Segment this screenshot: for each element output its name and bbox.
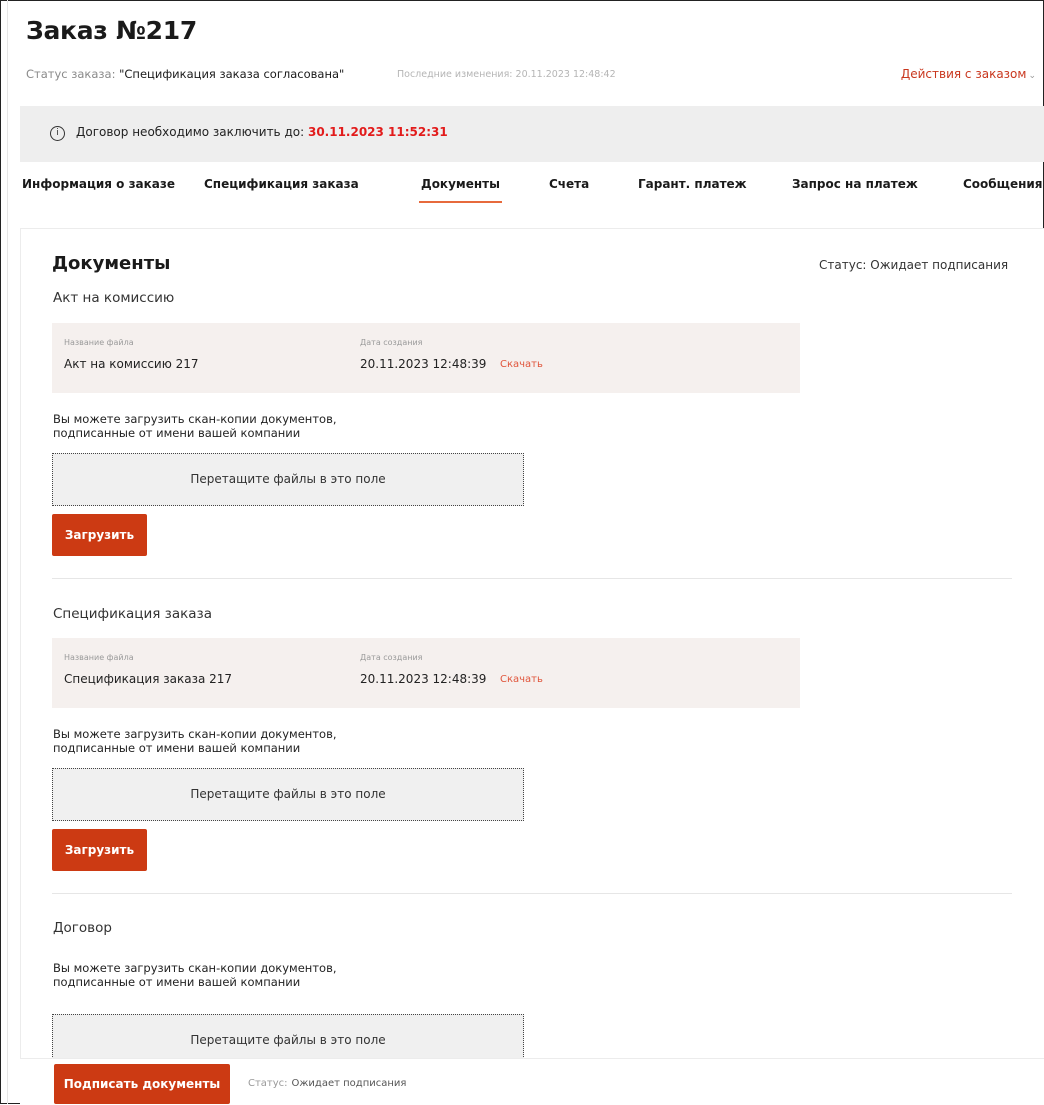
deadline-notice-label: Договор необходимо заключить до: [76,125,305,139]
upload-button[interactable]: Загрузить [52,514,147,556]
upload-hint-line2: подписанные от имени вашей компании [53,426,301,440]
upload-hint-line1: Вы можете загрузить скан-копии документо… [53,961,337,975]
file-name: Акт на комиссию 217 [64,357,199,371]
file-row-act: Название файла Акт на комиссию 217 Дата … [52,323,800,393]
download-link[interactable]: Скачать [500,359,543,370]
upload-hint: Вы можете загрузить скан-копии документо… [53,961,337,989]
upload-hint: Вы можете загрузить скан-копии документо… [53,412,337,440]
upload-hint-line2: подписанные от имени вашей компании [53,975,301,989]
download-link[interactable]: Скачать [500,674,543,685]
footer-status: Статус: Ожидает подписания [248,1078,406,1089]
section-title-act: Акт на комиссию [53,290,175,306]
footer-status-value: Ожидает подписания [291,1078,407,1089]
section-title-contract: Договор [53,920,112,936]
order-status-label: Статус заказа: [26,67,116,81]
file-name: Спецификация заказа 217 [64,672,233,686]
created-date: 20.11.2023 12:48:39 [360,672,487,686]
deadline-notice-text: Договор необходимо заключить до: 30.11.2… [76,125,448,139]
sign-documents-button[interactable]: Подписать документы [54,1064,230,1104]
tab-guarantee-payment[interactable]: Гарант. платеж [638,177,747,191]
documents-heading: Документы [52,253,171,274]
file-name-label: Название файла [64,338,134,347]
created-label: Дата создания [360,653,423,662]
order-tabs: Информация о заказе Спецификация заказа … [0,173,1044,209]
order-status: Статус заказа: "Спецификация заказа согл… [26,67,344,81]
upload-hint-line1: Вы можете загрузить скан-копии документо… [53,412,337,426]
file-row-spec: Название файла Спецификация заказа 217 Д… [52,638,800,708]
section-title-spec: Спецификация заказа [53,606,212,622]
tab-invoices[interactable]: Счета [549,177,589,191]
file-drop-zone[interactable]: Перетащите файлы в это поле [52,453,524,506]
documents-status: Статус: Ожидает подписания [819,258,1009,272]
divider [52,578,1012,579]
order-actions-dropdown[interactable]: Действия с заказом ⌄ [901,67,1036,81]
upload-hint-line1: Вы можете загрузить скан-копии документо… [53,727,337,741]
chevron-down-icon: ⌄ [1028,71,1036,81]
file-name-label: Название файла [64,653,134,662]
order-status-value: "Спецификация заказа согласована" [119,67,345,81]
tab-order-info[interactable]: Информация о заказе [22,177,175,191]
upload-hint: Вы можете загрузить скан-копии документо… [53,727,337,755]
tab-payment-request[interactable]: Запрос на платеж [792,177,918,191]
upload-button[interactable]: Загрузить [52,829,147,871]
order-actions-label: Действия с заказом [900,67,1027,81]
deadline-date: 30.11.2023 11:52:31 [307,125,448,139]
file-drop-zone[interactable]: Перетащите файлы в это поле [52,768,524,821]
last-changes: Последние изменения: 20.11.2023 12:48:42 [397,69,616,80]
created-date: 20.11.2023 12:48:39 [360,357,487,371]
footer-status-label: Статус: [248,1078,288,1089]
info-icon: i [50,126,65,141]
tab-documents[interactable]: Документы [419,177,502,203]
deadline-notice: i Договор необходимо заключить до: 30.11… [20,106,1044,162]
divider [52,893,1012,894]
created-label: Дата создания [360,338,423,347]
tab-order-spec[interactable]: Спецификация заказа [204,177,359,191]
tab-messages[interactable]: Сообщения [963,177,1042,191]
page-title: Заказ №217 [26,16,197,45]
upload-hint-line2: подписанные от имени вашей компании [53,741,301,755]
